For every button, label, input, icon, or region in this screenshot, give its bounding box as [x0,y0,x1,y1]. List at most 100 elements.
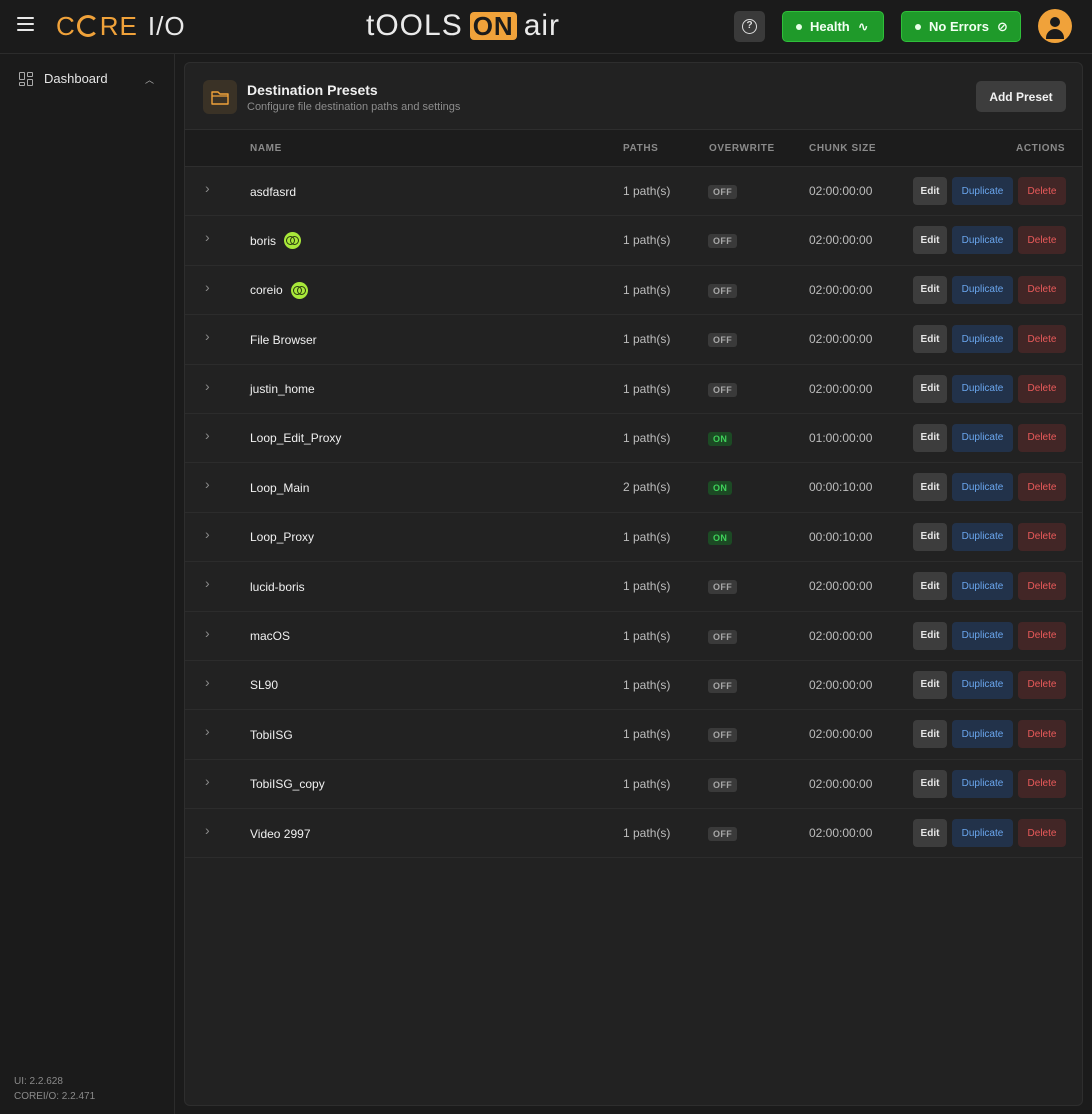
delete-button[interactable]: Delete [1018,769,1066,798]
table-row[interactable]: › macOS 1 path(s) OFF 02:00:00:00 Edit Duplica… [185,612,1082,661]
overwrite-badge: OFF [708,382,738,397]
status-dot [915,23,921,30]
column-header-name[interactable]: NAME [250,143,282,154]
edit-button[interactable]: Edit [913,819,947,848]
hamburger-menu-icon[interactable] [17,17,37,37]
delete-button[interactable]: Delete [1018,819,1066,848]
table-row[interactable]: › lucid-boris 1 path(s) OFF 02:00:00:00 Edit D… [185,562,1082,612]
table-row[interactable]: › boris 1 path(s) OFF 02:00:00:00 Edit Duplica… [185,216,1082,266]
duplicate-button[interactable]: Duplicate [952,621,1013,650]
edit-button[interactable]: Edit [913,522,947,551]
duplicate-button[interactable]: Duplicate [952,374,1013,403]
overwrite-badge: ON [708,481,733,496]
expand-chevron-icon[interactable]: › [205,526,210,542]
delete-button[interactable]: Delete [1018,720,1066,749]
delete-button[interactable]: Delete [1018,572,1066,601]
table-row[interactable]: › asdfasrd 1 path(s) OFF 02:00:00:00 Edit Dupl… [185,167,1082,217]
edit-button[interactable]: Edit [913,325,947,354]
table-row[interactable]: › TobiISG_copy 1 path(s) OFF 02:00:00:00 Edit… [185,760,1082,810]
expand-chevron-icon[interactable]: › [205,723,210,739]
help-button[interactable]: ? [734,11,765,42]
chunk-size: 02:00:00:00 [809,381,873,396]
delete-button[interactable]: Delete [1018,473,1066,502]
delete-button[interactable]: Delete [1018,226,1066,255]
edit-button[interactable]: Edit [913,769,947,798]
edit-button[interactable]: Edit [913,621,947,650]
sync-icon [290,281,308,299]
chunk-size: 02:00:00:00 [809,332,873,347]
expand-chevron-icon[interactable]: › [205,229,210,245]
table-row[interactable]: › SL90 1 path(s) OFF 02:00:00:00 Edit Duplicat… [185,661,1082,711]
delete-button[interactable]: Delete [1018,177,1066,205]
column-header-paths[interactable]: PATHS [623,143,658,154]
table-row[interactable]: › Loop_Proxy 1 path(s) ON 00:00:10:00 Edit Dup… [185,513,1082,563]
duplicate-button[interactable]: Duplicate [952,177,1013,205]
duplicate-button[interactable]: Duplicate [952,769,1013,798]
expand-chevron-icon[interactable]: › [205,378,210,394]
delete-button[interactable]: Delete [1018,621,1066,650]
duplicate-button[interactable]: Duplicate [952,226,1013,255]
health-status-button[interactable]: Health ∿ [782,11,884,42]
column-header-overwrite[interactable]: OVERWRITE [709,143,775,154]
preset-name: Loop_Proxy [250,530,315,545]
overwrite-badge: OFF [708,629,738,644]
user-avatar[interactable] [1038,9,1072,43]
duplicate-button[interactable]: Duplicate [952,670,1013,699]
expand-chevron-icon[interactable]: › [205,328,210,344]
destination-presets-card: Destination Presets Configure file desti… [184,62,1083,1106]
preset-name: SL90 [250,678,279,693]
expand-chevron-icon[interactable]: › [205,773,210,789]
table-row[interactable]: › coreio 1 path(s) OFF 02:00:00:00 Edit Duplic… [185,266,1082,316]
sidebar-item-dashboard[interactable]: Dashboard ︿ [0,66,174,94]
chunk-size: 02:00:00:00 [809,727,873,742]
expand-chevron-icon[interactable]: › [205,822,210,838]
chevron-up-icon[interactable]: ︿ [145,73,154,86]
edit-button[interactable]: Edit [913,572,947,601]
column-header-chunk-size[interactable]: CHUNK SIZE [809,143,876,154]
table-row[interactable]: › Video 2997 1 path(s) OFF 02:00:00:00 Edit Du… [185,809,1082,859]
expand-chevron-icon[interactable]: › [205,674,210,690]
edit-button[interactable]: Edit [913,720,947,749]
edit-button[interactable]: Edit [913,275,947,304]
delete-button[interactable]: Delete [1018,374,1066,403]
table-row[interactable]: › Loop_Main 2 path(s) ON 00:00:10:00 Edit Dupl… [185,463,1082,513]
paths-count: 1 path(s) [623,332,671,347]
edit-button[interactable]: Edit [913,374,947,403]
expand-chevron-icon[interactable]: › [205,427,210,443]
duplicate-button[interactable]: Duplicate [952,473,1013,502]
errors-status-button[interactable]: No Errors ⊘ [901,11,1021,42]
sidebar-item-label: Dashboard [44,71,108,86]
add-preset-button[interactable]: Add Preset [976,81,1066,112]
delete-button[interactable]: Delete [1018,522,1066,551]
duplicate-button[interactable]: Duplicate [952,275,1013,304]
core-version: COREI/O: 2.2.471 [14,1091,96,1102]
duplicate-button[interactable]: Duplicate [952,325,1013,354]
duplicate-button[interactable]: Duplicate [952,423,1013,452]
duplicate-button[interactable]: Duplicate [952,720,1013,749]
duplicate-button[interactable]: Duplicate [952,522,1013,551]
edit-button[interactable]: Edit [913,177,947,205]
edit-button[interactable]: Edit [913,226,947,255]
expand-chevron-icon[interactable]: › [205,180,210,196]
delete-button[interactable]: Delete [1018,325,1066,354]
edit-button[interactable]: Edit [913,670,947,699]
edit-button[interactable]: Edit [913,423,947,452]
expand-chevron-icon[interactable]: › [205,625,210,641]
edit-button[interactable]: Edit [913,473,947,502]
overwrite-badge: OFF [708,234,738,249]
expand-chevron-icon[interactable]: › [205,279,210,295]
delete-button[interactable]: Delete [1018,275,1066,304]
paths-count: 1 path(s) [623,628,671,643]
table-row[interactable]: › justin_home 1 path(s) OFF 02:00:00:00 Edit D… [185,365,1082,414]
table-row[interactable]: › File Browser 1 path(s) OFF 02:00:00:00 Edit… [185,315,1082,365]
duplicate-button[interactable]: Duplicate [952,572,1013,601]
overwrite-badge: OFF [708,185,738,199]
delete-button[interactable]: Delete [1018,670,1066,699]
duplicate-button[interactable]: Duplicate [952,819,1013,848]
chunk-size: 02:00:00:00 [809,282,873,297]
table-row[interactable]: › TobiISG 1 path(s) OFF 02:00:00:00 Edit Dupli… [185,710,1082,760]
expand-chevron-icon[interactable]: › [205,476,210,492]
delete-button[interactable]: Delete [1018,423,1066,452]
expand-chevron-icon[interactable]: › [205,575,210,591]
table-row[interactable]: › Loop_Edit_Proxy 1 path(s) ON 01:00:00:00 Ed… [185,414,1082,464]
